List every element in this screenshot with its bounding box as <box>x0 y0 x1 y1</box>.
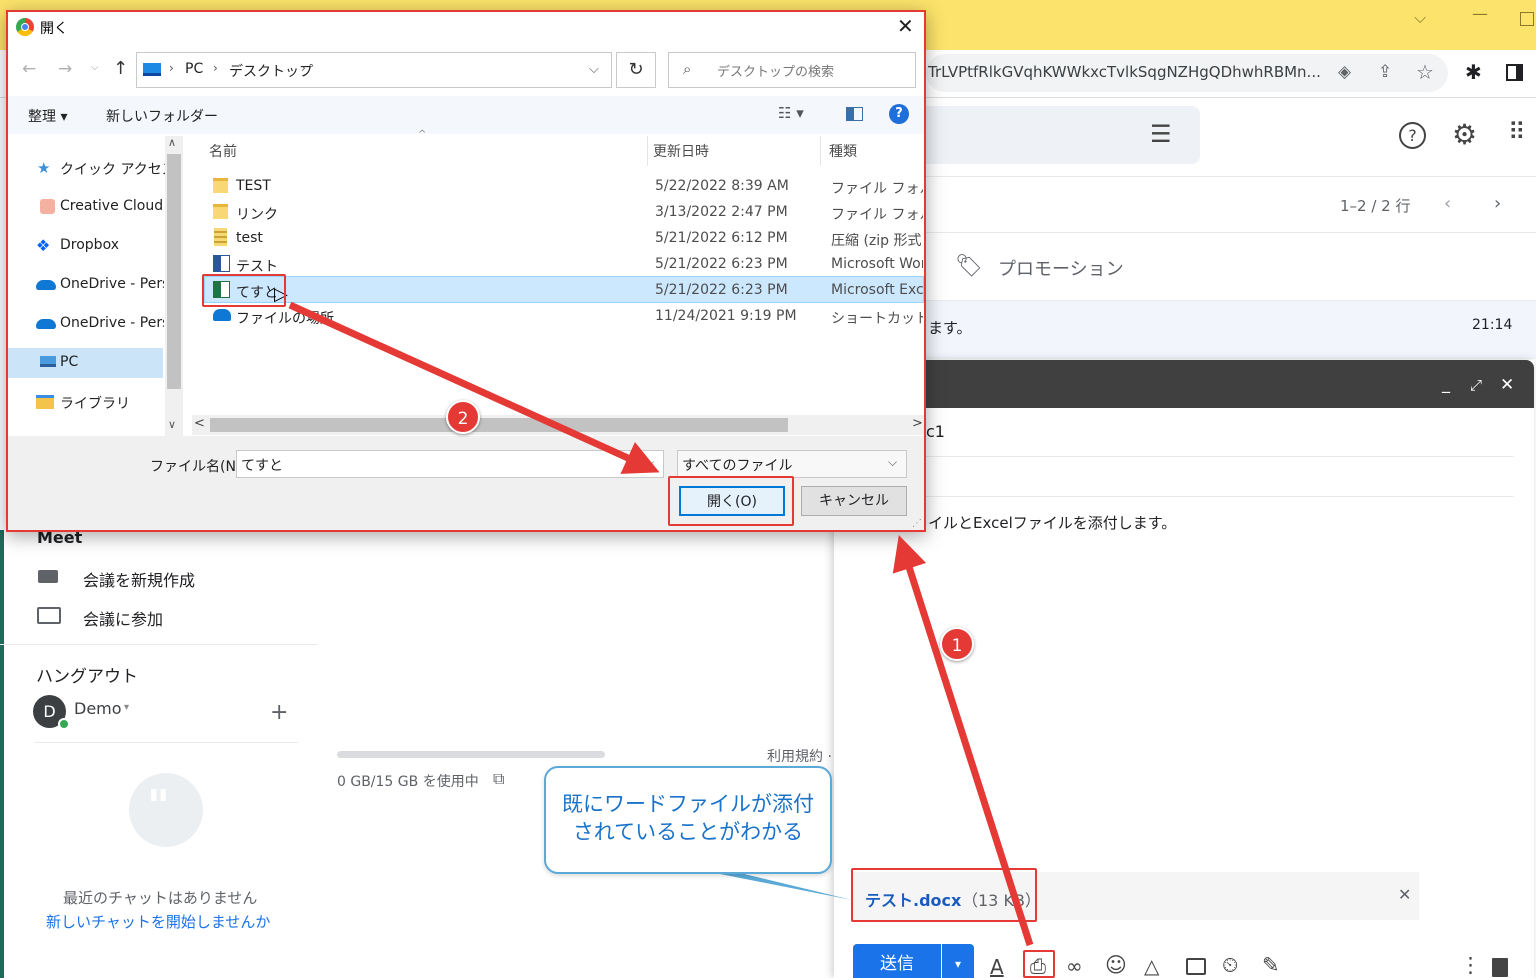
callout-line-1: 既にワードファイルが添付 <box>562 792 814 816</box>
callout-pointer <box>720 872 852 900</box>
step-badge-1: 1 <box>940 627 974 661</box>
callout-line-2: されていることがわかる <box>572 820 804 844</box>
arrow-attach-to-dialog <box>892 534 1034 947</box>
step-badge-2: 2 <box>446 400 480 434</box>
arrow-file-to-open <box>288 301 660 474</box>
annotation-callout: 既にワードファイルが添付 されていることがわかる <box>544 766 832 874</box>
